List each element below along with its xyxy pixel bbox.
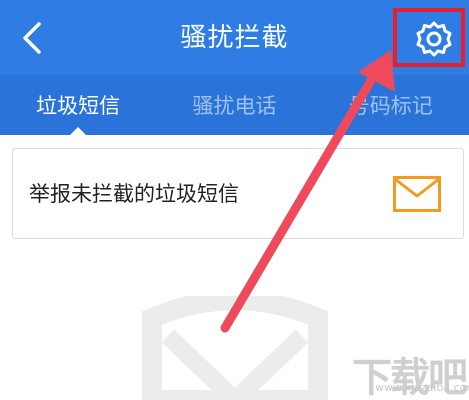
report-spam-sms-label: 举报未拦截的垃圾短信 bbox=[29, 182, 239, 206]
tab-spam-sms[interactable]: 垃圾短信 bbox=[0, 75, 156, 135]
report-spam-sms-card[interactable]: 举报未拦截的垃圾短信 bbox=[12, 148, 464, 239]
shield-watermark-icon bbox=[142, 296, 328, 400]
tab-number-marking[interactable]: 号码标记 bbox=[313, 75, 469, 135]
page-title: 骚扰拦截 bbox=[180, 23, 289, 53]
screen: 骚扰拦截 垃圾短信 骚扰电话 号码标记 举报未拦截的垃圾短信 下载吧 www.x… bbox=[0, 0, 469, 400]
mail-icon bbox=[393, 176, 441, 212]
top-bar: 骚扰拦截 bbox=[0, 0, 469, 75]
gear-icon bbox=[416, 21, 452, 57]
tab-bar: 垃圾短信 骚扰电话 号码标记 bbox=[0, 75, 469, 135]
watermark-url: www.xiazaiba.com bbox=[375, 381, 469, 394]
settings-button[interactable] bbox=[403, 13, 465, 65]
tab-harassing-calls[interactable]: 骚扰电话 bbox=[156, 75, 312, 135]
